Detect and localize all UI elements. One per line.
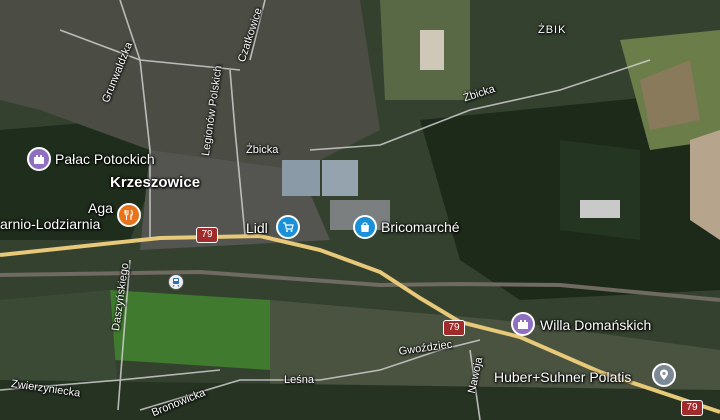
- palace-pin-palac-potockich[interactable]: [27, 147, 51, 171]
- shopping-bag-icon: [361, 222, 369, 232]
- shopping-pin-lidl[interactable]: [276, 215, 300, 239]
- train-station-icon[interactable]: [168, 274, 184, 290]
- poi-label-lidl[interactable]: Lidl: [246, 220, 268, 236]
- poi-label-palac-potockich[interactable]: Pałac Potockich: [55, 151, 155, 167]
- landmark-pin-willa-domanskich[interactable]: [511, 312, 535, 336]
- poi-label-bricomarche[interactable]: Bricomarché: [381, 219, 460, 235]
- satellite-map[interactable]: Grunwaldzka Czatkowice Legionów Polskich…: [0, 0, 720, 420]
- poi-label-aga[interactable]: Aga: [88, 200, 113, 216]
- place-pin-huber-suhner-polatis[interactable]: [652, 363, 676, 387]
- street-label-lesna: Leśna: [284, 374, 314, 386]
- shopping-cart-icon: [283, 222, 294, 232]
- restaurant-pin-aga[interactable]: [117, 203, 141, 227]
- castle-icon: [34, 155, 44, 164]
- road-shield-79-east: 79: [681, 400, 703, 416]
- road-shield-79-middle: 79: [443, 320, 465, 336]
- castle-icon: [518, 320, 528, 329]
- poi-label-willa-domanskich[interactable]: Willa Domańskich: [540, 317, 651, 333]
- location-marker-icon: [660, 369, 668, 380]
- poi-label-huber-suhner-polatis[interactable]: Huber+Suhner Polatis: [494, 369, 631, 385]
- town-label-krzeszowice: Krzeszowice: [110, 174, 201, 191]
- poi-label-kawiarnio-lodziarnia[interactable]: arnio-Lodziarnia: [0, 216, 100, 232]
- road-shield-79-west: 79: [196, 227, 218, 243]
- shopping-pin-bricomarche[interactable]: [353, 215, 377, 239]
- fork-knife-icon: [124, 209, 133, 220]
- district-label-zbik: ŻBIK: [538, 24, 567, 36]
- street-label-zbicka-west: Żbicka: [246, 144, 279, 156]
